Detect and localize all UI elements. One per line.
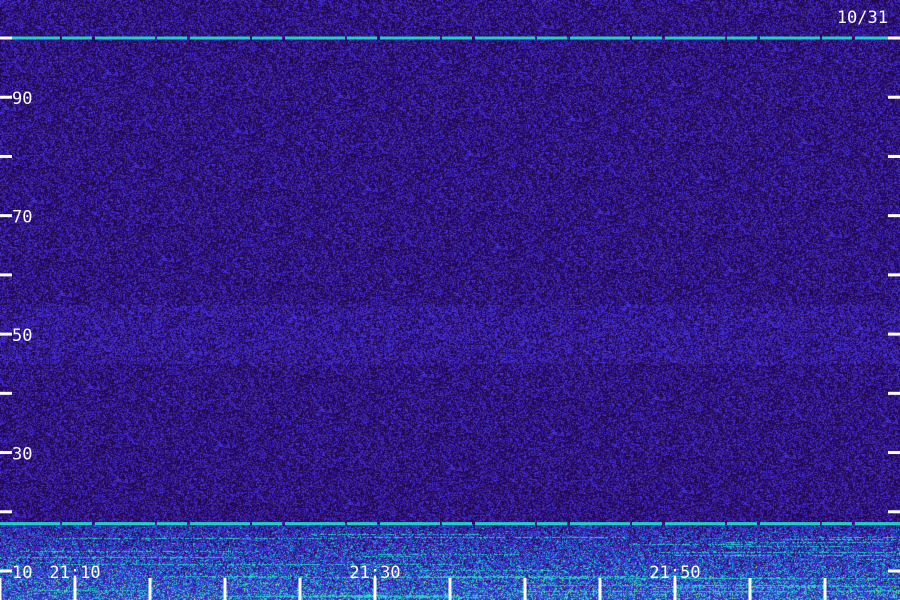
x-axis-tick-labels: 21:10 21:30 21:50: [49, 563, 700, 583]
constant-lines: [0, 36, 900, 526]
y-tick-label: 30: [12, 445, 32, 465]
x-tick-label: 21:30: [349, 563, 400, 583]
y-tick-label: 90: [12, 89, 32, 109]
y-tick-label: 10: [12, 563, 32, 583]
x-tick-label: 21:10: [49, 563, 100, 583]
y-tick-label: 50: [12, 326, 32, 346]
y-axis-tick-labels: 10 30 50 70 90: [12, 89, 32, 583]
x-axis-ticks: [0, 578, 827, 600]
y-tick-label: 70: [12, 208, 32, 228]
y-axis-ticks: [0, 36, 900, 573]
x-tick-label: 21:50: [649, 563, 700, 583]
chart-overlay: 10 30 50 70 90 21:10 21:30 21:50 10/31: [0, 8, 900, 600]
date-label: 10/31: [837, 8, 888, 28]
